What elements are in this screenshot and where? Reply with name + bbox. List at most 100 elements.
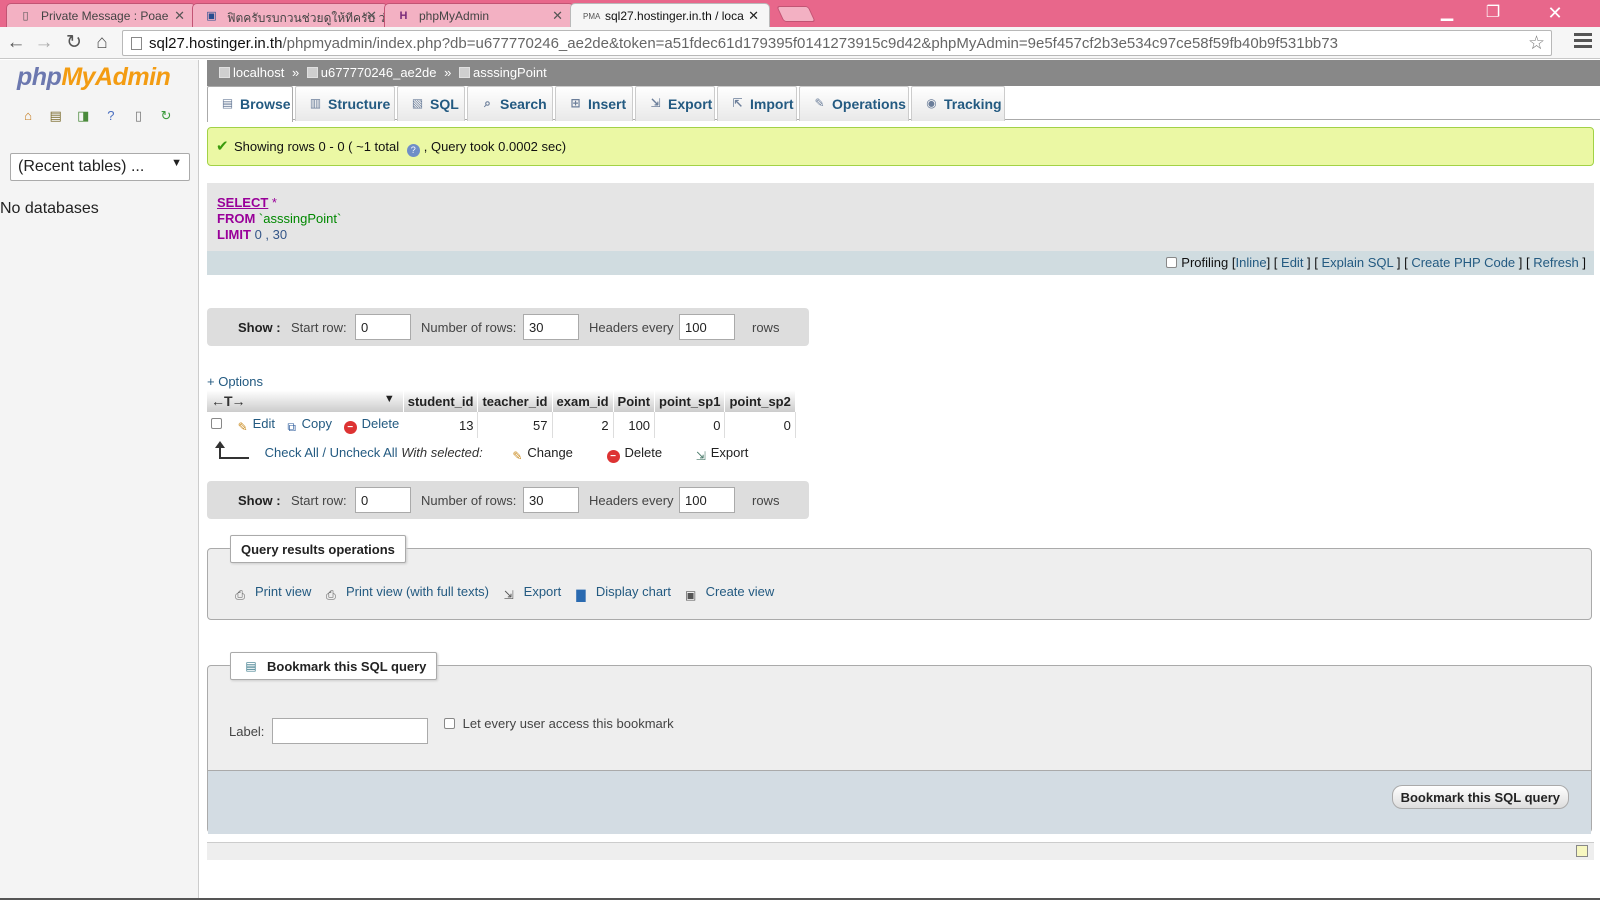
tab-insert[interactable]: ⊞ Insert	[555, 86, 633, 121]
tab-operations[interactable]: ✎ Operations	[799, 86, 909, 121]
print-view-link[interactable]: Print view	[255, 584, 311, 599]
tab-browse[interactable]: ▤ Browse	[207, 86, 293, 122]
recent-tables-select[interactable]: (Recent tables) ... ▼	[10, 153, 190, 181]
wrench-icon: ✎	[814, 96, 825, 110]
row-edit-link[interactable]: Edit	[253, 416, 275, 431]
bookmark-label-input[interactable]	[272, 718, 428, 744]
refresh-link[interactable]: Refresh	[1533, 255, 1579, 270]
home-icon[interactable]: ⌂	[90, 31, 114, 55]
cell-point[interactable]: 100	[613, 412, 656, 438]
display-chart-link[interactable]: Display chart	[596, 584, 671, 599]
bookmark-public-checkbox[interactable]	[444, 718, 455, 729]
number-of-rows-input[interactable]	[523, 314, 579, 340]
cell-student-id[interactable]: 13	[403, 412, 479, 438]
number-of-rows-input[interactable]	[523, 487, 579, 513]
phpmyadmin-logo[interactable]: phpMyAdmin	[17, 63, 171, 92]
sort-dropdown-icon[interactable]: ▼	[384, 393, 395, 405]
chevron-down-icon: ▼	[171, 157, 182, 169]
tab-label: Export	[668, 96, 713, 112]
cell-teacher-id[interactable]: 57	[477, 412, 553, 438]
column-header-point[interactable]: Point	[613, 390, 656, 412]
help-icon[interactable]: ?	[406, 144, 420, 157]
check-all-link[interactable]: Check All / Uncheck All	[265, 445, 398, 460]
minimize-icon[interactable]: ▁	[1424, 0, 1470, 27]
sql-query-display[interactable]: SELECT * FROM `asssingPoint` LIMIT 0 , 3…	[207, 183, 1594, 251]
column-header-student-id[interactable]: student_id	[403, 390, 479, 412]
back-icon[interactable]: ←	[4, 31, 28, 55]
delete-selected-button[interactable]: Delete	[625, 445, 663, 460]
column-header-point-sp2[interactable]: point_sp2	[724, 390, 796, 412]
cell-point-sp2[interactable]: 0	[724, 412, 796, 438]
tab-structure[interactable]: ▥ Structure	[295, 86, 395, 121]
options-link[interactable]: + Options	[207, 374, 263, 389]
column-arrows-header[interactable]: ←T→ ▼	[207, 390, 404, 412]
insert-icon: ⊞	[570, 96, 581, 110]
browser-tab-title: sql27.hostinger.in.th / loca	[605, 9, 744, 23]
bookmark-submit-button[interactable]: Bookmark this SQL query	[1391, 785, 1569, 809]
export-selected-button[interactable]: Export	[711, 445, 749, 460]
breadcrumb-server[interactable]: localhost	[233, 65, 284, 80]
explain-sql-link[interactable]: Explain SQL	[1322, 255, 1394, 270]
reload-icon[interactable]: ↻	[62, 31, 86, 55]
headers-every-input[interactable]	[679, 487, 735, 513]
success-message: ✔ Showing rows 0 - 0 ( ~1 total ?, Query…	[207, 127, 1594, 166]
column-header-exam-id[interactable]: exam_id	[552, 390, 614, 412]
close-tab-icon[interactable]: ✕	[366, 8, 377, 24]
home-icon[interactable]: ⌂	[20, 108, 36, 124]
tab-tracking[interactable]: ◉ Tracking	[911, 86, 1005, 121]
create-php-code-link[interactable]: Create PHP Code	[1411, 255, 1515, 270]
breadcrumb-database[interactable]: u677770246_ae2de	[321, 65, 437, 80]
export-icon: ⇲	[503, 588, 514, 602]
tab-sql[interactable]: ▧ SQL	[397, 86, 465, 121]
logout-icon[interactable]: ▤	[48, 108, 64, 124]
docs-icon[interactable]: ?	[103, 108, 119, 124]
tab-search[interactable]: ⌕ Search	[467, 86, 553, 121]
row-copy-link[interactable]: Copy	[302, 416, 332, 431]
inline-edit-link[interactable]: Inline	[1236, 255, 1267, 270]
export-results-link[interactable]: Export	[524, 584, 562, 599]
forward-icon[interactable]: →	[32, 31, 56, 55]
bookmark-star-icon[interactable]: ☆	[1528, 32, 1545, 55]
tab-export[interactable]: ⇲ Export	[635, 86, 715, 121]
browser-tab-forum[interactable]: ▣ ฟิตครับรบกวนช่วยดูให้ทีครับ ว่าท ✕	[192, 3, 388, 27]
browser-tab-active[interactable]: PMA sql27.hostinger.in.th / loca ✕	[570, 3, 770, 28]
breadcrumb-separator: »	[291, 65, 300, 80]
console-icon[interactable]	[1576, 845, 1588, 857]
address-bar[interactable]: sql27.hostinger.in.th/phpmyadmin/index.p…	[122, 30, 1552, 56]
breadcrumb-separator: »	[444, 65, 452, 80]
close-window-icon[interactable]: ✕	[1532, 0, 1578, 27]
browser-tab-phpmyadmin[interactable]: H phpMyAdmin ✕	[384, 3, 574, 27]
cell-point-sp1[interactable]: 0	[654, 412, 726, 438]
headers-every-input[interactable]	[679, 314, 735, 340]
start-row-input[interactable]	[355, 487, 411, 513]
cell-exam-id[interactable]: 2	[552, 412, 614, 438]
bookmark-legend: ▤ Bookmark this SQL query	[230, 652, 438, 680]
reload-nav-icon[interactable]: ↻	[158, 108, 174, 124]
edit-query-link[interactable]: Edit	[1281, 255, 1303, 270]
row-delete-link[interactable]: Delete	[362, 416, 400, 431]
new-tab-button[interactable]	[776, 6, 816, 22]
bookmark-public-option[interactable]: Let every user access this bookmark	[444, 716, 674, 731]
restore-icon[interactable]: ❐	[1470, 0, 1516, 27]
profiling-checkbox[interactable]	[1166, 257, 1178, 268]
close-tab-icon[interactable]: ✕	[174, 8, 185, 24]
sql-docs-icon[interactable]: ▯	[131, 108, 147, 124]
breadcrumb-table[interactable]: asssingPoint	[473, 65, 547, 80]
column-header-teacher-id[interactable]: teacher_id	[477, 390, 553, 412]
print-view-full-link[interactable]: Print view (with full texts)	[346, 584, 489, 599]
chrome-menu-icon[interactable]	[1574, 33, 1592, 51]
row-checkbox[interactable]	[211, 418, 222, 429]
query-window-icon[interactable]: ◨	[75, 108, 91, 124]
start-row-input[interactable]	[355, 314, 411, 340]
column-header-point-sp1[interactable]: point_sp1	[654, 390, 726, 412]
close-tab-icon[interactable]: ✕	[552, 8, 563, 24]
create-view-link[interactable]: Create view	[706, 584, 775, 599]
page-icon	[131, 37, 142, 50]
tab-import[interactable]: ⇱ Import	[717, 86, 797, 121]
url-host: sql27.hostinger.in.th	[149, 35, 283, 52]
close-tab-icon[interactable]: ✕	[748, 8, 759, 24]
headers-every-label: Headers every	[589, 320, 674, 335]
browser-tab-private-message[interactable]: ▯ Private Message : Poae ✕	[6, 3, 196, 27]
change-selected-button[interactable]: Change	[527, 445, 573, 460]
tab-label: Insert	[588, 96, 627, 112]
